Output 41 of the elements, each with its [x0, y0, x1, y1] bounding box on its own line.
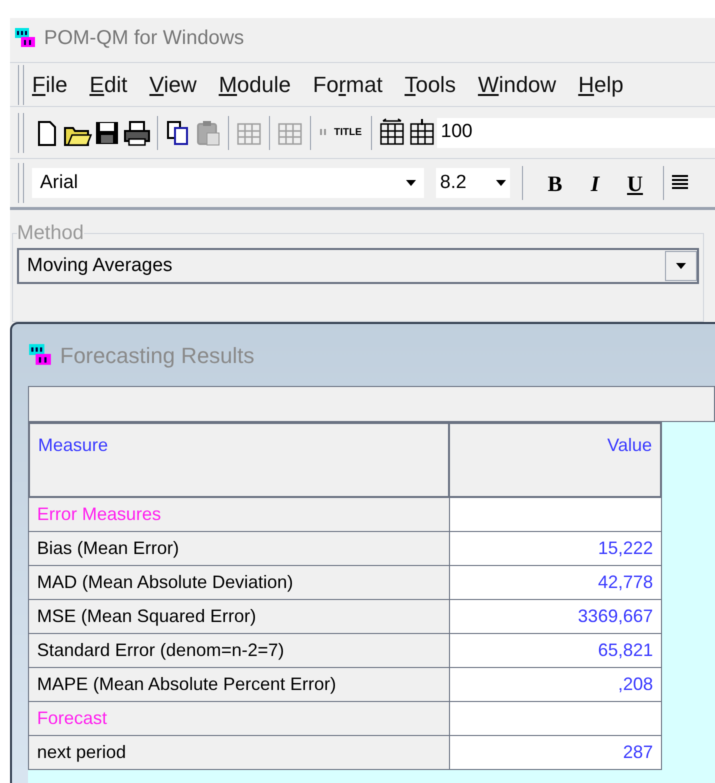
- table-cell: Forecast: [28, 702, 450, 736]
- group-label: Method: [17, 221, 84, 246]
- menu-item[interactable]: View: [149, 68, 197, 101]
- table-cell: 65,821: [450, 634, 662, 668]
- menu-item[interactable]: File: [32, 68, 68, 101]
- table-cell: MAD (Mean Absolute Deviation): [28, 566, 450, 600]
- table-cell: Bias (Mean Error): [28, 532, 450, 566]
- table-cell: 287: [450, 736, 662, 770]
- font-size-dropdown[interactable]: 8.2: [436, 168, 510, 198]
- window-title: POM-QM for Windows: [44, 26, 244, 51]
- table-cell: next period: [28, 736, 450, 770]
- menu-item[interactable]: Module: [218, 68, 291, 101]
- font-dropdown[interactable]: Arial: [32, 168, 424, 198]
- table-cell: 3369,667: [450, 600, 662, 634]
- table-cell: MSE (Mean Squared Error): [28, 600, 450, 634]
- menu-item[interactable]: Help: [578, 68, 624, 101]
- table-cell: Standard Error (denom=n-2=7): [28, 634, 450, 668]
- app-logo-icon: [28, 343, 52, 367]
- menu-item[interactable]: Window: [478, 68, 556, 101]
- caret-icon: [676, 263, 686, 269]
- underline-button[interactable]: U: [615, 166, 655, 200]
- menu-item[interactable]: Format: [312, 68, 383, 101]
- menu-item[interactable]: Edit: [89, 68, 128, 101]
- caret-icon: [406, 180, 416, 186]
- caret-icon: [496, 180, 506, 186]
- table-cell: 42,778: [450, 566, 662, 600]
- column-header: Value: [450, 422, 662, 498]
- app-logo-icon: [14, 27, 36, 49]
- title-button[interactable]: TITLE: [330, 118, 366, 148]
- menu-item[interactable]: Tools: [404, 68, 456, 101]
- method-dropdown[interactable]: Moving Averages: [17, 248, 699, 284]
- italic-button[interactable]: I: [575, 166, 615, 200]
- column-header: Measure: [28, 422, 450, 498]
- table-cell: Error Measures: [28, 498, 450, 532]
- zoom-field[interactable]: 100: [436, 118, 715, 148]
- bold-button[interactable]: B: [535, 166, 575, 200]
- dropdown-button[interactable]: [665, 251, 697, 281]
- table-cell: 15,222: [450, 532, 662, 566]
- table-cell: ,208: [450, 668, 662, 702]
- table-cell: MAPE (Mean Absolute Percent Error): [28, 668, 450, 702]
- window-title: Forecasting Results: [60, 342, 254, 370]
